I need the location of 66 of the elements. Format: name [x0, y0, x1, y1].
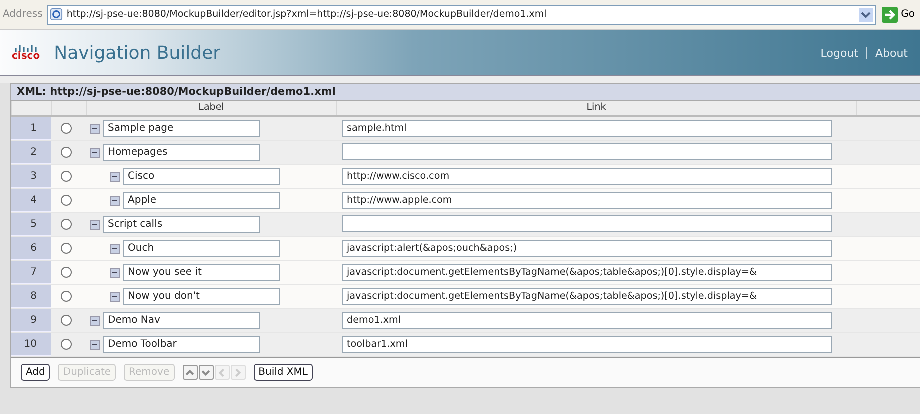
row-number: 3: [11, 165, 51, 188]
address-field[interactable]: http://sj-pse-ue:8080/MockupBuilder/editor.jsp?xml=http://sj-pse-ue:8080/MockupBuilder/demo1.xml: [46, 4, 876, 24]
row-number: 7: [11, 261, 51, 284]
link-field[interactable]: demo1.xml: [342, 312, 832, 329]
column-header: Label: [86, 101, 336, 115]
column-header: Link: [336, 101, 856, 115]
collapse-icon[interactable]: [90, 220, 100, 230]
label-field[interactable]: Demo Nav: [103, 312, 260, 329]
dropdown-icon[interactable]: [859, 8, 874, 22]
row-number: 2: [11, 141, 51, 164]
row-number: 1: [11, 117, 51, 140]
app-title: Navigation Builder: [54, 42, 222, 64]
row-radio[interactable]: [61, 267, 72, 278]
link-field[interactable]: javascript:document.getElementsByTagName(&apos;table&apos;)[0].style.display=&: [342, 288, 832, 305]
page-icon: [50, 8, 63, 21]
row-radio[interactable]: [61, 123, 72, 134]
collapse-icon[interactable]: [110, 196, 120, 206]
row-radio[interactable]: [61, 195, 72, 206]
row-radio[interactable]: [61, 291, 72, 302]
label-field[interactable]: Now you don't: [123, 288, 280, 305]
link-field[interactable]: toolbar1.xml: [342, 336, 832, 353]
link-field[interactable]: http://www.cisco.com: [342, 168, 832, 185]
collapse-icon[interactable]: [110, 268, 120, 278]
panel-title: XML: http://sj-pse-ue:8080/MockupBuilder/demo1.xml: [11, 84, 920, 101]
link-field[interactable]: javascript:document.getElementsByTagName(&apos;table&apos;)[0].style.display=&: [342, 264, 832, 281]
collapse-icon[interactable]: [90, 316, 100, 326]
header-link[interactable]: Logout: [820, 46, 858, 60]
row-radio[interactable]: [61, 219, 72, 230]
row-radio[interactable]: [61, 147, 72, 158]
label-field[interactable]: Script calls: [103, 216, 260, 233]
label-field[interactable]: Now you see it: [123, 264, 280, 281]
row-number: 8: [11, 285, 51, 308]
row-number: 5: [11, 213, 51, 236]
row-number: 9: [11, 309, 51, 332]
link-field[interactable]: [342, 214, 832, 232]
collapse-icon[interactable]: [90, 124, 100, 134]
collapse-icon[interactable]: [110, 292, 120, 302]
label-field[interactable]: Apple: [123, 192, 280, 209]
collapse-icon[interactable]: [110, 172, 120, 182]
company-logo: cisco: [12, 44, 40, 62]
header-link[interactable]: About: [875, 46, 908, 60]
link-field[interactable]: [342, 142, 832, 160]
label-field[interactable]: Sample page: [103, 120, 260, 137]
go-button[interactable]: Go: [880, 6, 917, 22]
collapse-icon[interactable]: [90, 148, 100, 158]
label-field[interactable]: Ouch: [123, 240, 280, 257]
link-field[interactable]: http://www.apple.com: [342, 192, 832, 209]
move-up-button[interactable]: [182, 365, 198, 380]
action-button[interactable]: Build XML: [254, 364, 313, 381]
link-field[interactable]: sample.html: [342, 120, 832, 137]
address-label: Address: [3, 9, 43, 20]
label-field[interactable]: Homepages: [103, 144, 260, 161]
row-number: 10: [11, 333, 51, 356]
action-button[interactable]: Add: [21, 364, 50, 381]
move-down-button[interactable]: [198, 365, 214, 380]
row-radio[interactable]: [61, 315, 72, 326]
label-field[interactable]: Demo Toolbar: [103, 336, 260, 353]
link-field[interactable]: javascript:alert(&apos;ouch&apos;): [342, 240, 832, 257]
label-field[interactable]: Cisco: [123, 168, 280, 185]
row-radio[interactable]: [61, 243, 72, 254]
collapse-icon[interactable]: [110, 244, 120, 254]
collapse-icon[interactable]: [90, 340, 100, 350]
row-number: 6: [11, 237, 51, 260]
row-radio[interactable]: [61, 171, 72, 182]
row-radio[interactable]: [61, 339, 72, 350]
row-number: 4: [11, 189, 51, 212]
